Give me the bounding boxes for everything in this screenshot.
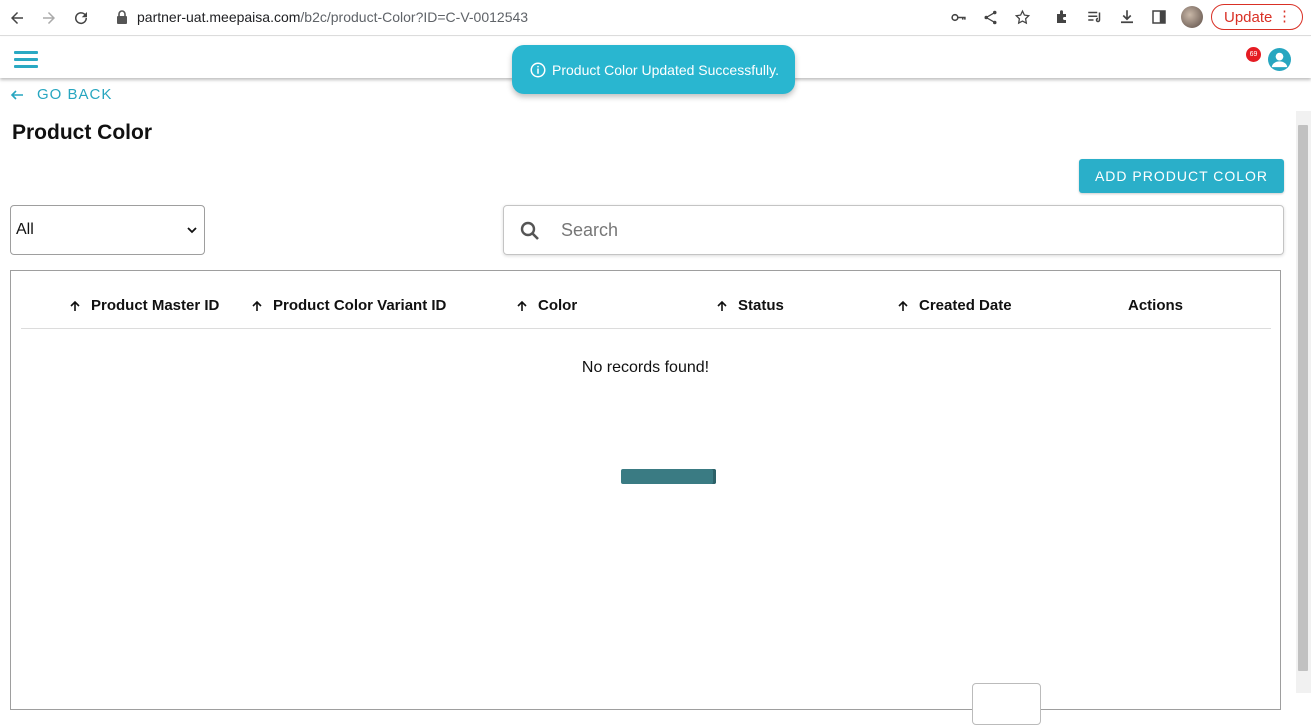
loading-indicator xyxy=(621,469,716,484)
toast-message: Product Color Updated Successfully. xyxy=(552,61,779,78)
more-vert-icon[interactable]: ⋮ xyxy=(1277,9,1292,25)
empty-state-message: No records found! xyxy=(581,359,710,376)
column-header-product-master-id[interactable]: Product Master ID xyxy=(69,297,219,314)
status-filter-select[interactable]: All xyxy=(10,205,205,255)
page-scrollbar[interactable] xyxy=(1296,111,1311,693)
share-icon[interactable] xyxy=(980,7,1000,27)
info-icon xyxy=(530,62,546,77)
update-button[interactable]: Update ⋮ xyxy=(1211,4,1303,30)
arrow-left-icon xyxy=(10,89,23,100)
sort-arrow-up-icon xyxy=(898,300,908,311)
star-icon[interactable] xyxy=(1012,7,1032,27)
reading-list-icon[interactable] xyxy=(1084,6,1106,28)
column-header-color[interactable]: Color xyxy=(516,297,577,314)
page-title: Product Color xyxy=(12,121,152,144)
column-header-actions: Actions xyxy=(1128,297,1184,314)
notification-badge[interactable]: 69 xyxy=(1246,47,1261,62)
menu-icon[interactable] xyxy=(14,51,38,69)
sort-arrow-up-icon xyxy=(517,300,527,311)
key-icon[interactable] xyxy=(948,7,968,27)
profile-avatar[interactable] xyxy=(1181,6,1203,28)
chevron-down-icon xyxy=(187,227,197,234)
search-placeholder: Search xyxy=(561,220,619,240)
side-panel-icon[interactable] xyxy=(1148,6,1170,28)
lock-icon xyxy=(117,10,127,24)
reload-icon[interactable] xyxy=(69,6,93,30)
back-arrow-icon[interactable] xyxy=(5,6,29,30)
scrollbar-thumb[interactable] xyxy=(1298,125,1308,671)
address-bar[interactable]: partner-uat.meepaisa.com/b2c/product-Col… xyxy=(104,3,1042,31)
success-toast: Product Color Updated Successfully. xyxy=(512,45,795,94)
go-back-label: GO BACK xyxy=(37,86,113,103)
browser-toolbar: partner-uat.meepaisa.com/b2c/product-Col… xyxy=(0,0,1311,36)
table-header: Product Master ID Product Color Variant … xyxy=(21,271,1271,329)
user-account-icon[interactable] xyxy=(1268,48,1291,71)
column-header-created-date[interactable]: Created Date xyxy=(897,297,1012,314)
download-icon[interactable] xyxy=(1116,6,1138,28)
search-input[interactable]: Search xyxy=(503,205,1284,255)
url-text[interactable]: partner-uat.meepaisa.com/b2c/product-Col… xyxy=(137,9,528,25)
forward-arrow-icon[interactable] xyxy=(37,6,61,30)
status-filter-value: All xyxy=(16,221,34,238)
search-icon xyxy=(520,221,539,240)
product-color-table: Product Master ID Product Color Variant … xyxy=(10,270,1281,725)
rows-per-page-select[interactable] xyxy=(972,683,1041,725)
sort-arrow-up-icon xyxy=(717,300,727,311)
column-header-status[interactable]: Status xyxy=(716,297,784,314)
extensions-icon[interactable] xyxy=(1052,6,1074,28)
sort-arrow-up-icon xyxy=(70,300,80,311)
column-header-variant-id[interactable]: Product Color Variant ID xyxy=(251,297,446,314)
sort-arrow-up-icon xyxy=(252,300,262,311)
add-product-color-button[interactable]: ADD PRODUCT COLOR xyxy=(1079,159,1284,193)
go-back-link[interactable]: GO BACK xyxy=(10,86,112,103)
